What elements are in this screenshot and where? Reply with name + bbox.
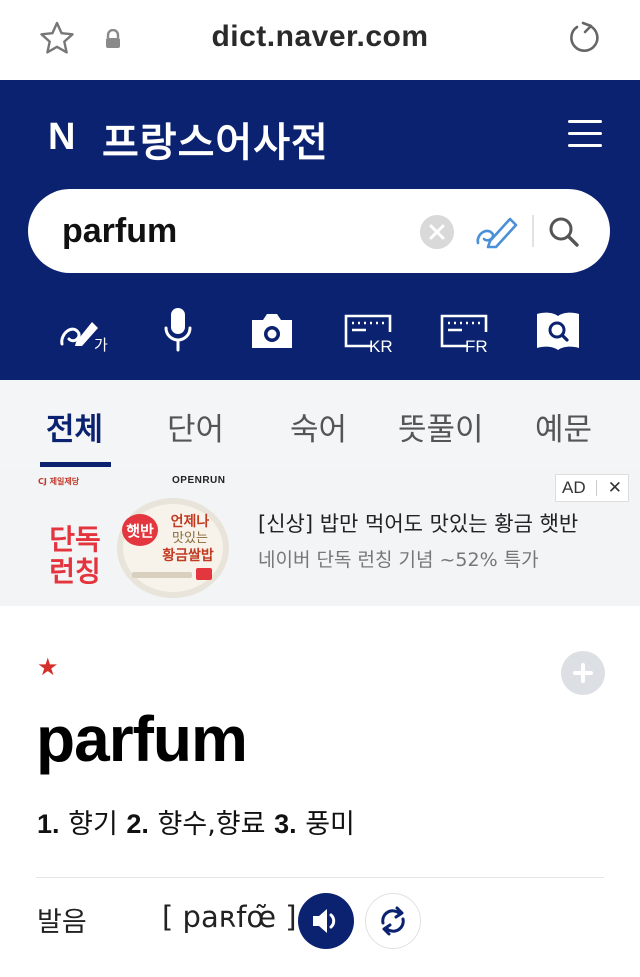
tab-all[interactable]: 전체 [46,404,103,449]
repeat-icon [381,906,405,936]
reload-icon[interactable] [565,20,601,56]
dictionary-search-book-icon[interactable] [534,306,582,354]
tab-definitions[interactable]: 뜻풀이 [398,404,484,449]
browser-url-bar: dict.naver.com [0,0,640,80]
search-divider [532,215,534,247]
tab-words[interactable]: 단어 [167,404,224,449]
url-text[interactable]: dict.naver.com [0,20,640,54]
keyboard-fr-label: FR [465,337,488,354]
play-pronunciation-button[interactable] [298,893,354,949]
microphone-icon[interactable] [163,306,193,354]
ad-badge-separator [596,480,598,496]
keyboard-kr-icon[interactable]: KR [342,306,394,354]
keyboard-kr-label: KR [369,337,393,354]
clear-search-icon[interactable] [420,215,454,249]
product-label: 햇반 [126,522,154,540]
search-box [28,189,610,273]
ad-promo-line: 단독 [49,523,101,556]
rice-package-image: 햇반 언제나 맛있는 황금쌀밥 [117,498,229,598]
entry-headword[interactable]: parfum [36,702,248,776]
product-name-line: 언제나 [171,513,210,530]
meaning-text: 풍미 [305,809,355,840]
tab-examples[interactable]: 예문 [535,404,592,449]
ad-cj-logo: CJ 제일제당 [38,477,80,486]
handwriting-korean-label: 가 [94,336,108,354]
meaning-number: 1. [37,809,60,839]
ad-brand-label: OPENRUN [172,475,226,486]
product-name-line: 황금쌀밥 [162,547,214,564]
entry-meanings: 1. 향기 2. 향수,향료 3. 풍미 [37,802,355,841]
section-divider [36,877,604,878]
ad-promo-line: 런칭 [49,555,101,588]
dictionary-title[interactable]: 프랑스어사전 [102,110,329,168]
menu-line [568,120,602,123]
menu-button[interactable] [568,120,602,150]
pronunciation-text: [ paʀfœ̃ ] [162,900,297,934]
ad-badge: AD ✕ [555,474,629,502]
meaning-number: 2. [126,809,149,839]
camera-icon[interactable] [249,306,295,354]
tab-idioms[interactable]: 숙어 [290,404,347,449]
naver-logo[interactable]: N [48,116,75,159]
ad-promo-text: 단독 런칭 [40,524,110,588]
keyboard-fr-icon[interactable]: FR [438,306,490,354]
search-input[interactable] [62,207,422,255]
speaker-icon [313,909,336,933]
active-tab-indicator [40,462,111,467]
meaning-text: 향기 [68,809,118,840]
meaning-text: 향수,향료 [157,809,266,840]
menu-line [568,144,602,147]
handwriting-pen-icon[interactable] [474,213,518,249]
handwriting-korean-icon[interactable]: 가 [58,306,110,354]
ad-label: AD [562,478,586,497]
add-to-wordbook-button[interactable] [561,651,605,695]
input-tools-bar: 가 KR FR [0,300,640,360]
search-icon[interactable] [545,213,583,251]
ad-close-icon[interactable]: ✕ [608,478,622,498]
ad-title[interactable]: [신상] 밥만 먹어도 맛있는 황금 햇반 [258,508,578,538]
repeat-pronunciation-button[interactable] [365,893,421,949]
product-name-line: 맛있는 [172,531,208,546]
ad-description[interactable]: 네이버 단독 런칭 기념 ~52% 특가 [258,545,539,572]
pronunciation-label: 발음 [37,907,87,938]
result-tabs: 전체 단어 숙어 뜻풀이 예문 [0,380,640,470]
meaning-number: 3. [274,809,297,839]
importance-star-icon: ★ [37,653,59,681]
menu-line [568,132,602,135]
